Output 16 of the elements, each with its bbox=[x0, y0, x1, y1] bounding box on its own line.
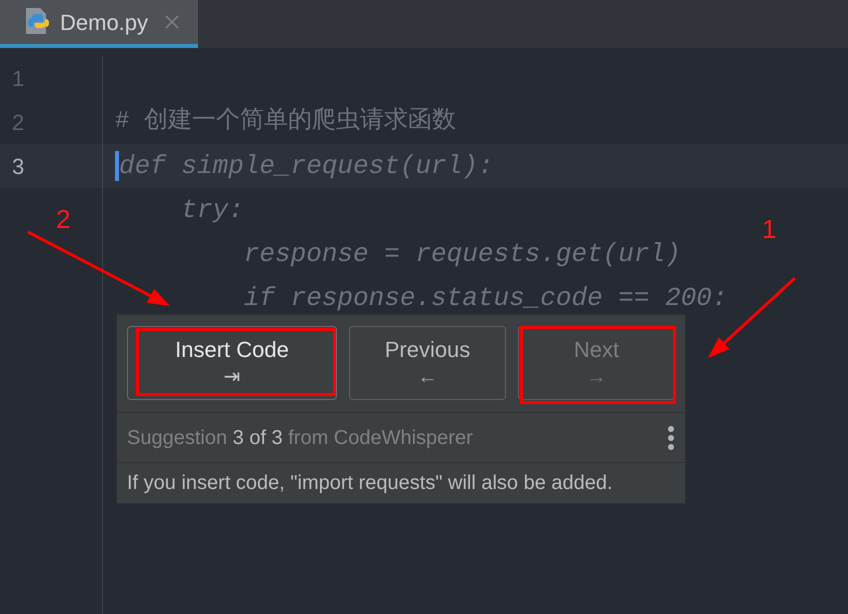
info-message: If you insert code, "import requests" will also be added. bbox=[127, 471, 614, 496]
line-number: 3 bbox=[12, 152, 24, 180]
more-options-icon[interactable] bbox=[667, 424, 675, 450]
suggestion-status: Suggestion 3 of 3 from CodeWhisperer bbox=[127, 426, 473, 450]
suggested-code: def simple_request(url): bbox=[119, 150, 494, 182]
editor-tab[interactable]: Demo.py bbox=[0, 0, 198, 48]
suggested-code: if response.status_code == 200: bbox=[242, 282, 728, 314]
tab-label: Demo.py bbox=[60, 8, 148, 37]
text-caret bbox=[115, 151, 119, 181]
suggested-code: response = requests.get(url) bbox=[242, 238, 681, 270]
annotation-number: 1 bbox=[762, 213, 776, 246]
suggested-code: try: bbox=[180, 194, 244, 226]
suggestion-button[interactable]: Insert Code ⇥ bbox=[127, 326, 337, 400]
code-comment: # 创建一个简单的爬虫请求函数 bbox=[115, 106, 456, 137]
suggestion-button[interactable]: Previous ← bbox=[349, 326, 506, 400]
annotation-number: 2 bbox=[56, 203, 70, 236]
